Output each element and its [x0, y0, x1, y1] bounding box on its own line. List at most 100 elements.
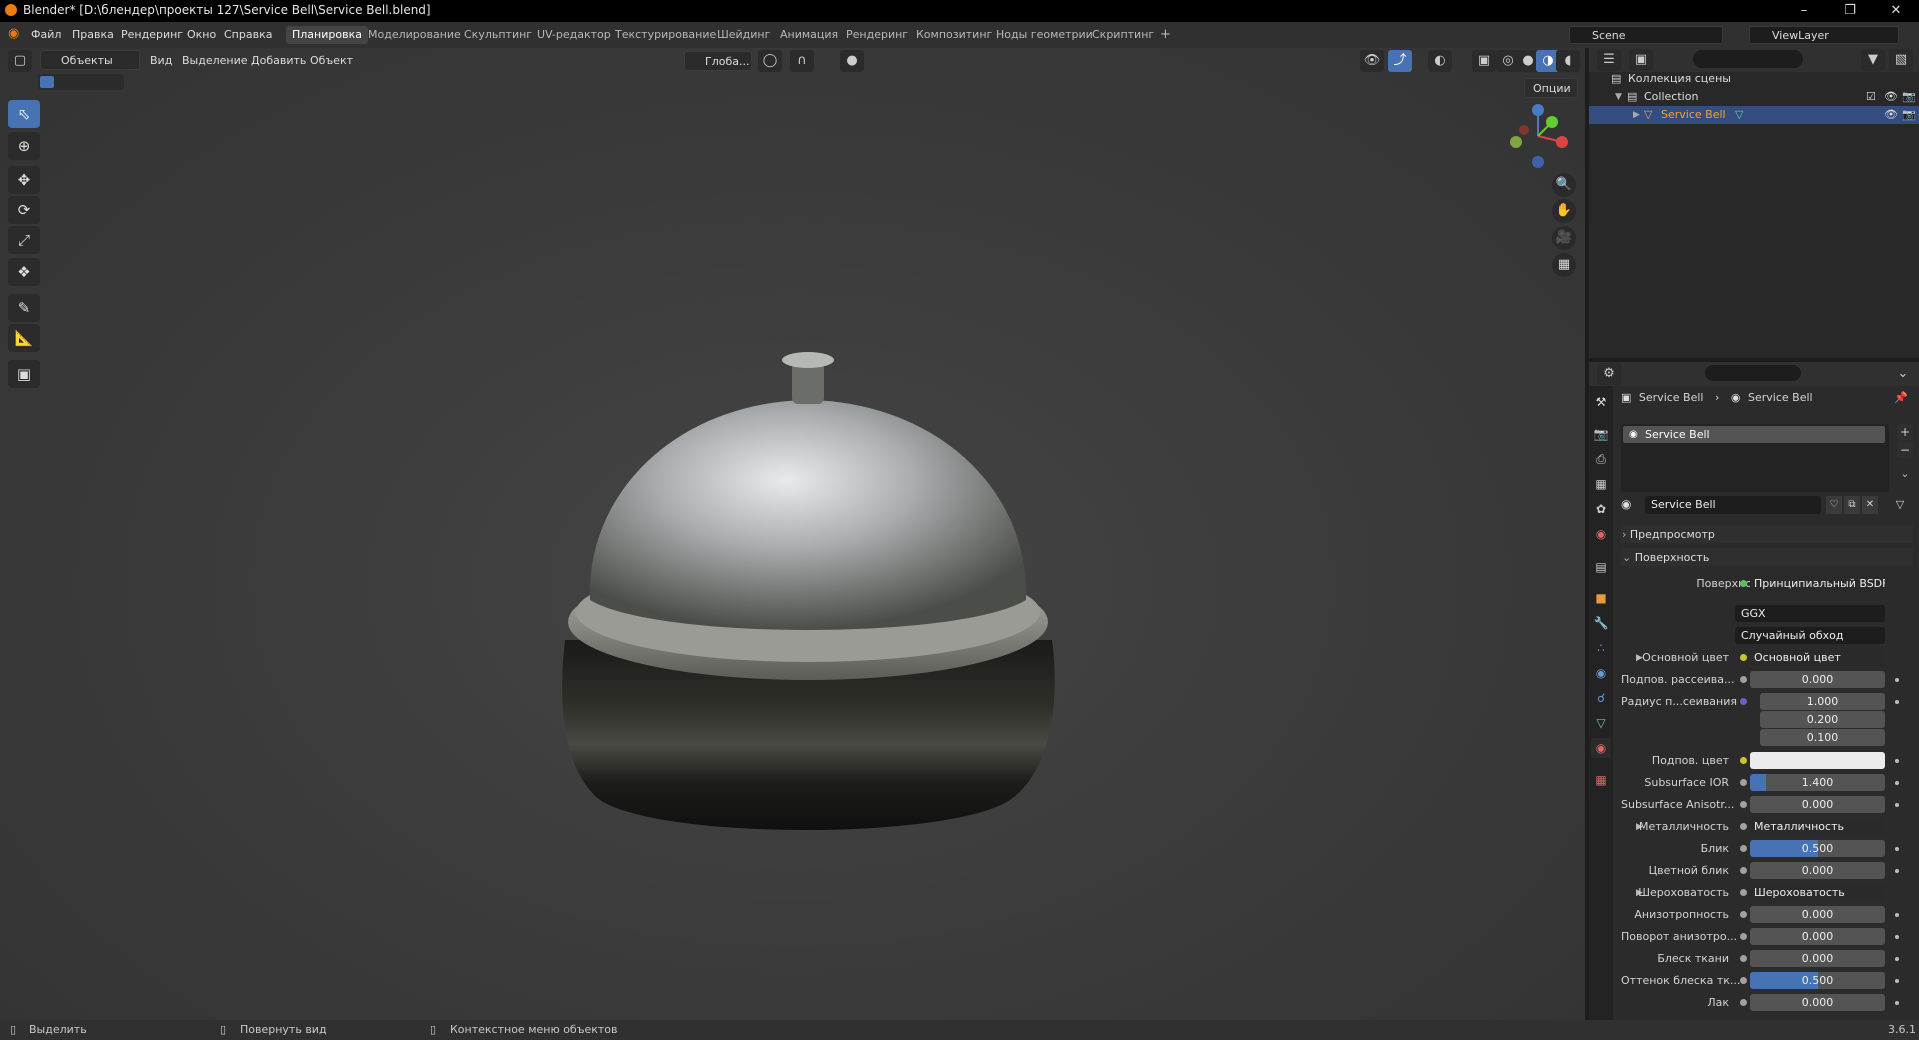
menu-window[interactable]: Окно — [187, 28, 216, 41]
anisotropic-rotation-field[interactable]: 0.000 — [1750, 928, 1885, 945]
keyframe-dot-icon[interactable] — [1895, 700, 1899, 704]
outliner-scene-collection[interactable]: ▤ Коллекция сцены — [1589, 70, 1919, 88]
tab-sculpting[interactable]: Скульптинг — [458, 26, 538, 44]
menu-help[interactable]: Справка — [224, 28, 272, 41]
anisotropic-field[interactable]: 0.000 — [1750, 906, 1885, 923]
add-slot-button[interactable]: + — [1897, 424, 1913, 440]
tab-modeling[interactable]: Моделирование — [362, 26, 467, 44]
pivot-icon[interactable]: ◯ — [758, 50, 782, 72]
keyframe-dot-icon[interactable] — [1895, 935, 1899, 939]
measure-tool[interactable]: 📐 — [8, 324, 40, 352]
minimize-button[interactable]: – — [1781, 0, 1827, 22]
roughness-link-field[interactable]: Шероховатость — [1750, 884, 1885, 901]
camera-icon[interactable]: 📷 — [1902, 88, 1916, 106]
eye-icon[interactable]: 👁 — [1884, 88, 1898, 106]
tool-tab-icon[interactable]: ⚒ — [1591, 392, 1611, 412]
keyframe-dot-icon[interactable] — [1895, 913, 1899, 917]
link-data-icon[interactable]: ▽ — [1888, 496, 1912, 514]
filter-icon[interactable]: ▼ — [1861, 49, 1885, 71]
zoom-icon[interactable]: 🔍 — [1552, 173, 1576, 197]
duplicate-icon[interactable]: ⧉ — [1844, 496, 1860, 514]
keyframe-dot-icon[interactable] — [1895, 869, 1899, 873]
expand-arrow-icon[interactable]: ▼ — [1615, 88, 1622, 106]
annotate-tool[interactable]: ✎ — [8, 294, 40, 322]
camera-icon[interactable]: 📷 — [1902, 106, 1916, 124]
new-collection-icon[interactable]: ▧ — [1889, 49, 1913, 71]
output-tab-icon[interactable]: ⎙ — [1591, 449, 1611, 469]
editor-type-icon[interactable]: ▢ — [8, 50, 32, 72]
object-tab-icon[interactable]: ■ — [1591, 588, 1611, 608]
material-slot-item[interactable]: ◉ Service Bell — [1623, 426, 1885, 443]
checkbox-icon[interactable]: ☑ — [1866, 88, 1876, 106]
remove-slot-button[interactable]: − — [1897, 442, 1913, 458]
tab-compositing[interactable]: Композитинг — [910, 26, 998, 44]
menu-file[interactable]: Файл — [31, 28, 61, 41]
display-mode-icon[interactable]: ▣ — [1629, 49, 1653, 71]
select-box-tool[interactable]: ⬁ — [8, 100, 40, 128]
tab-shading[interactable]: Шейдинг — [711, 26, 776, 44]
move-tool[interactable]: ✥ — [8, 166, 40, 194]
render-tab-icon[interactable]: 📷 — [1591, 424, 1611, 444]
menu-object[interactable]: Объект — [310, 54, 353, 67]
add-workspace-icon[interactable]: + — [1154, 26, 1177, 44]
preview-section[interactable]: › Предпросмотр — [1622, 528, 1715, 541]
constraints-tab-icon[interactable]: ☌ — [1591, 688, 1611, 708]
service-bell-model[interactable] — [540, 330, 1080, 870]
fake-user-icon[interactable]: ♡ — [1826, 496, 1842, 514]
pin-icon[interactable]: 📌 — [1894, 391, 1908, 404]
navigation-gizmo[interactable] — [1502, 98, 1572, 174]
clearcoat-field[interactable]: 0.000 — [1750, 994, 1885, 1011]
surface-section[interactable]: ⌄ Поверхность — [1622, 551, 1709, 564]
rotate-tool[interactable]: ⟳ — [8, 196, 40, 224]
world-tab-icon[interactable]: ◉ — [1591, 524, 1611, 544]
select-new-icon[interactable] — [40, 76, 54, 88]
blender-menu-icon[interactable]: ◉ — [8, 26, 19, 41]
mode-dropdown[interactable]: Объекты — [40, 50, 140, 70]
cursor-tool[interactable]: ⊕ — [8, 132, 40, 160]
collection-tab-icon[interactable]: ▤ — [1591, 557, 1611, 577]
texture-tab-icon[interactable]: ▦ — [1591, 770, 1611, 790]
tab-rendering[interactable]: Рендеринг — [840, 26, 914, 44]
subsurface-anisotropy-field[interactable]: 0.000 — [1750, 796, 1885, 813]
subsurface-color-swatch[interactable] — [1750, 752, 1885, 769]
proportional-edit-icon[interactable]: ● — [840, 50, 864, 72]
scene-tab-icon[interactable]: ✿ — [1591, 499, 1611, 519]
subsurface-method-dropdown[interactable]: Случайный обход — [1735, 627, 1885, 644]
tab-geometry-nodes[interactable]: Ноды геометрии — [990, 26, 1099, 44]
specular-field[interactable]: 0.500 — [1750, 840, 1885, 857]
keyframe-dot-icon[interactable] — [1895, 957, 1899, 961]
material-browse-icon[interactable]: ◉ — [1621, 497, 1631, 511]
menu-add[interactable]: Добавить — [251, 54, 306, 67]
data-tab-icon[interactable]: ▽ — [1591, 713, 1611, 733]
menu-render[interactable]: Рендеринг — [121, 28, 183, 41]
keyframe-dot-icon[interactable] — [1895, 979, 1899, 983]
keyframe-dot-icon[interactable] — [1895, 803, 1899, 807]
specular-tint-field[interactable]: 0.000 — [1750, 862, 1885, 879]
scale-tool[interactable]: ⤢ — [8, 226, 40, 254]
subsurface-radius-x-field[interactable]: 1.000 — [1760, 693, 1885, 710]
properties-search-input[interactable] — [1705, 365, 1801, 381]
tab-animation[interactable]: Анимация — [774, 26, 844, 44]
overlays-icon[interactable]: ◐ — [1428, 50, 1452, 72]
material-name-field[interactable]: Service Bell — [1645, 496, 1821, 514]
pan-hand-icon[interactable]: ✋ — [1552, 199, 1576, 223]
scene-selector[interactable]: Scene — [1569, 26, 1723, 44]
subsurface-ior-field[interactable]: 1.400 — [1750, 774, 1885, 791]
selection-mode-buttons[interactable] — [38, 74, 124, 90]
add-cube-tool[interactable]: ▣ — [8, 360, 40, 388]
outliner-editor-type-icon[interactable]: ☰ — [1597, 49, 1621, 71]
tab-layout[interactable]: Планировка — [286, 26, 368, 44]
sheen-tint-field[interactable]: 0.500 — [1750, 972, 1885, 989]
unlink-icon[interactable]: ✕ — [1862, 496, 1878, 514]
outliner-collection-row[interactable]: ▼ ▤ Collection ☑ 👁 📷 — [1589, 88, 1919, 106]
subsurface-radius-y-field[interactable]: 0.200 — [1760, 711, 1885, 728]
tab-scripting[interactable]: Скриптинг — [1086, 26, 1160, 44]
surface-shader-field[interactable]: Принципиальный BSDF — [1750, 575, 1885, 592]
gizmo-toggle-icon[interactable]: ⤴ — [1388, 50, 1412, 72]
keyframe-dot-icon[interactable] — [1895, 678, 1899, 682]
material-tab-icon[interactable]: ◉ — [1591, 738, 1611, 758]
options-chevron-icon[interactable]: ⌄ — [1891, 363, 1915, 385]
ortho-grid-icon[interactable]: ▦ — [1552, 253, 1576, 277]
outliner-object-row[interactable]: ▶ ▽ Service Bell ▽ 👁 📷 — [1589, 106, 1919, 124]
expand-arrow-icon[interactable]: ▶ — [1633, 106, 1640, 124]
